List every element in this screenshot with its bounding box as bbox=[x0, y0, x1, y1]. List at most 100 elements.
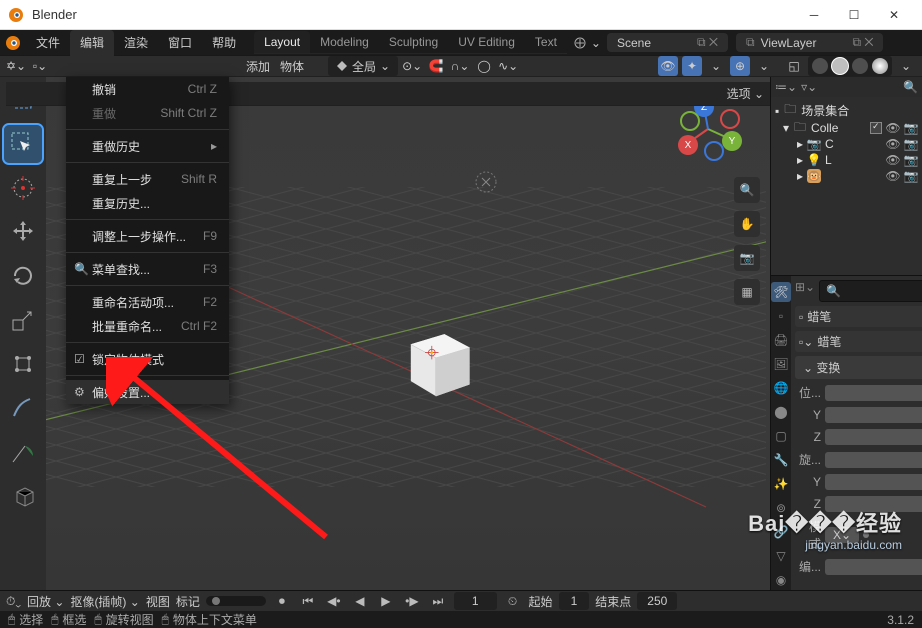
overlay-select-icon[interactable]: 👁 bbox=[658, 56, 678, 76]
tool-select-box[interactable] bbox=[4, 125, 42, 163]
menu-render[interactable]: 渲染 bbox=[114, 30, 158, 56]
menu-file[interactable]: 文件 bbox=[26, 30, 70, 56]
start-frame[interactable]: 1 bbox=[559, 592, 590, 610]
scale-x-field[interactable] bbox=[825, 559, 922, 575]
window-close-button[interactable]: ✕ bbox=[874, 1, 914, 29]
outliner-light[interactable]: L bbox=[825, 153, 882, 167]
edit-menu-item[interactable]: 🔍菜单查找...F3 bbox=[66, 257, 229, 281]
tool-annotate[interactable] bbox=[4, 389, 42, 427]
axis-x[interactable]: X bbox=[678, 135, 698, 155]
edit-menu-item[interactable]: 重复上一步Shift R bbox=[66, 167, 229, 191]
tool-add-cube[interactable] bbox=[4, 477, 42, 515]
pan-icon[interactable]: ✋ bbox=[734, 211, 760, 237]
outliner-camera[interactable]: C bbox=[825, 137, 882, 151]
prop-tab-object-icon[interactable]: ▢ bbox=[771, 426, 791, 446]
play-reverse-icon[interactable]: ◀ bbox=[350, 591, 370, 611]
shading-material-icon[interactable] bbox=[852, 58, 868, 74]
gizmo-dropdown-icon[interactable]: ⌄ bbox=[706, 56, 726, 76]
frame-lock-icon[interactable]: ⏲ bbox=[503, 591, 523, 611]
keyframe-next-icon[interactable]: •▶ bbox=[402, 591, 422, 611]
edit-menu-item[interactable]: ⚙偏好设置... bbox=[66, 380, 229, 404]
rot-mode[interactable]: X⌄ bbox=[825, 527, 859, 543]
menu-window[interactable]: 窗口 bbox=[158, 30, 202, 56]
zoom-icon[interactable]: 🔍 bbox=[734, 177, 760, 203]
play-icon[interactable]: ▶ bbox=[376, 591, 396, 611]
outliner-root[interactable]: 场景集合 bbox=[801, 102, 918, 119]
edit-menu-item[interactable]: 重做历史▸ bbox=[66, 134, 229, 158]
snap-icon[interactable]: 🧲 bbox=[426, 56, 446, 76]
prop-tab-tool-icon[interactable]: 🛠 bbox=[771, 282, 791, 302]
shading-dropdown-icon[interactable]: ⌄ bbox=[896, 56, 916, 76]
tool-cursor[interactable] bbox=[4, 169, 42, 207]
orientation-dropdown[interactable]: 全局 ⌄ bbox=[328, 56, 398, 76]
timeline-track[interactable] bbox=[206, 596, 266, 606]
scene-dropdown-icon[interactable]: ⌄ bbox=[573, 36, 601, 50]
outliner-collection[interactable]: Colle bbox=[811, 121, 866, 135]
tab-layout[interactable]: Layout bbox=[254, 31, 310, 53]
xray-icon[interactable]: ◱ bbox=[784, 56, 804, 76]
blender-icon[interactable] bbox=[0, 30, 26, 56]
autokey-icon[interactable]: ⏺ bbox=[272, 591, 292, 611]
panel-transform[interactable]: 变换 bbox=[816, 361, 840, 375]
prop-tab-world-icon[interactable]: ⬤ bbox=[771, 402, 791, 422]
prop-tab-view-icon[interactable]: 🖼 bbox=[771, 354, 791, 374]
prop-tab-material-icon[interactable]: ◉ bbox=[771, 570, 791, 590]
viewlayer-selector[interactable]: ⧉ ViewLayer ⧉ ✕ bbox=[736, 33, 883, 52]
nav-gizmo[interactable]: X Y Z bbox=[676, 97, 740, 161]
prop-tab-constraint-icon[interactable]: 🔗 bbox=[771, 522, 791, 542]
timeline-keying[interactable]: 抠像(插帧) ⌄ bbox=[70, 593, 139, 610]
breadcrumb-2[interactable]: 蜡笔 bbox=[817, 333, 841, 350]
mode-icon[interactable]: ▫⌄ bbox=[30, 56, 50, 76]
tool-rotate[interactable] bbox=[4, 257, 42, 295]
prop-tab-physics-icon[interactable]: ⊚ bbox=[771, 498, 791, 518]
timeline-view[interactable]: 视图 bbox=[146, 593, 170, 610]
outliner-editor-icon[interactable]: ≔⌄ bbox=[775, 80, 797, 94]
tab-texture[interactable]: Text bbox=[525, 31, 567, 53]
proportional-dropdown-icon[interactable]: ∿⌄ bbox=[498, 56, 518, 76]
outliner[interactable]: ▪🗀场景集合 ▾🗀Colle👁📷 ▸📷C👁📷 ▸💡L👁📷 ▸🐵👁📷 bbox=[771, 97, 922, 275]
proportional-icon[interactable]: ◯ bbox=[474, 56, 494, 76]
jump-end-icon[interactable]: ⏭ bbox=[428, 591, 448, 611]
rot-x-field[interactable] bbox=[825, 452, 922, 468]
overlay-toggle-icon[interactable]: ⊕ bbox=[730, 56, 750, 76]
edit-menu-item[interactable]: 撤销Ctrl Z bbox=[66, 77, 229, 101]
prop-tab-modifier-icon[interactable]: 🔧 bbox=[771, 450, 791, 470]
timeline-editor-icon[interactable]: ⏱⌄ bbox=[6, 594, 21, 609]
perspective-icon[interactable]: ▦ bbox=[734, 279, 760, 305]
shading-wireframe-icon[interactable] bbox=[812, 58, 828, 74]
edit-menu-item[interactable]: 调整上一步操作...F9 bbox=[66, 224, 229, 248]
axis-y[interactable]: Y bbox=[722, 131, 742, 151]
props-editor-icon[interactable]: ⊞⌄ bbox=[795, 280, 815, 302]
edit-menu-item[interactable]: ☑锁定物体模式 bbox=[66, 347, 229, 371]
snap-dropdown-icon[interactable]: ∩⌄ bbox=[450, 56, 470, 76]
timeline-playback[interactable]: 回放 ⌄ bbox=[27, 593, 64, 610]
prop-tab-scene-icon[interactable]: 🌐 bbox=[771, 378, 791, 398]
end-frame[interactable]: 250 bbox=[637, 592, 677, 610]
scene-selector[interactable]: Scene ⧉ ✕ bbox=[607, 33, 728, 52]
breadcrumb-1[interactable]: 蜡笔 bbox=[807, 308, 831, 325]
window-maximize-button[interactable]: ☐ bbox=[834, 1, 874, 29]
keyframe-prev-icon[interactable]: ◀• bbox=[324, 591, 344, 611]
tool-measure[interactable] bbox=[4, 433, 42, 471]
loc-z-field[interactable] bbox=[825, 429, 922, 445]
outliner-search-icon[interactable]: 🔍 bbox=[903, 80, 918, 94]
tool-transform[interactable] bbox=[4, 345, 42, 383]
outliner-filter-icon[interactable]: ▿⌄ bbox=[801, 80, 817, 94]
tool-move[interactable] bbox=[4, 213, 42, 251]
window-minimize-button[interactable]: ─ bbox=[794, 1, 834, 29]
shading-solid-icon[interactable] bbox=[832, 58, 848, 74]
tool-scale[interactable] bbox=[4, 301, 42, 339]
prop-tab-output-icon[interactable]: 🖨 bbox=[771, 330, 791, 350]
pivot-icon[interactable]: ⊙⌄ bbox=[402, 56, 422, 76]
rot-y-field[interactable] bbox=[825, 474, 922, 490]
shading-rendered-icon[interactable] bbox=[872, 58, 888, 74]
edit-menu-item[interactable]: 重做Shift Ctrl Z bbox=[66, 101, 229, 125]
timeline-marker[interactable]: 标记 bbox=[176, 593, 200, 610]
loc-y-field[interactable] bbox=[825, 407, 922, 423]
menu-add[interactable]: 添加 bbox=[246, 58, 270, 75]
edit-menu-item[interactable]: 批量重命名...Ctrl F2 bbox=[66, 314, 229, 338]
prop-tab-data-icon[interactable]: ▽ bbox=[771, 546, 791, 566]
edit-menu-item[interactable]: 重复历史... bbox=[66, 191, 229, 215]
rot-z-field[interactable] bbox=[825, 496, 922, 512]
current-frame[interactable]: 1 bbox=[454, 592, 497, 610]
